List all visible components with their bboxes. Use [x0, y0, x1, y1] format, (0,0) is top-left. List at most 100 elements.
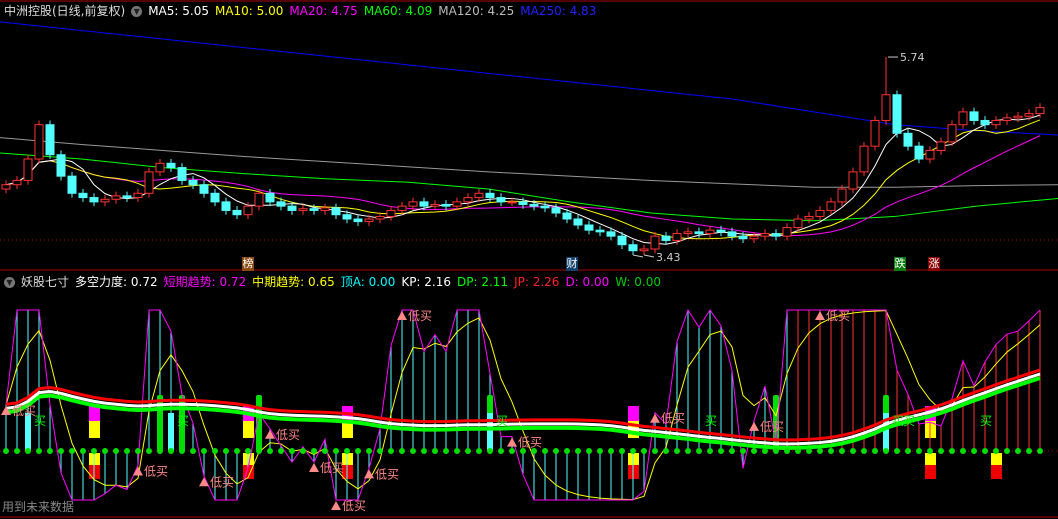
- candle-body: [364, 218, 374, 223]
- dot-marker: [575, 448, 581, 454]
- candle-body: [353, 218, 363, 223]
- signal-label: 低买: [12, 404, 36, 418]
- dot-marker: [751, 448, 757, 454]
- signal-label: 低买: [342, 499, 366, 513]
- candle-body: [430, 203, 440, 207]
- candle-body: [309, 208, 319, 211]
- dot-marker: [344, 448, 350, 454]
- signal-label: 买: [177, 414, 189, 428]
- dot-marker: [905, 448, 911, 454]
- candle-body: [199, 184, 209, 194]
- candle-body: [650, 235, 660, 250]
- dot-marker: [69, 448, 75, 454]
- dot-marker: [949, 448, 955, 454]
- signal-label: 低买: [276, 428, 300, 442]
- candle-body: [595, 229, 605, 233]
- candle-body: [89, 197, 99, 203]
- candle-body: [298, 208, 308, 211]
- dot-marker: [1004, 448, 1010, 454]
- candle-body: [12, 179, 22, 186]
- dot-marker: [146, 448, 152, 454]
- signal-block-magenta: [628, 406, 639, 421]
- dot-marker: [454, 448, 460, 454]
- dot-marker: [740, 448, 746, 454]
- dot-marker: [421, 448, 427, 454]
- candle-body: [661, 235, 671, 241]
- tag-die[interactable]: 跌: [894, 257, 906, 271]
- candle-body: [826, 201, 836, 211]
- signal-label: 低买: [210, 475, 234, 489]
- dot-marker: [289, 448, 295, 454]
- dot-marker: [608, 448, 614, 454]
- candle-body: [870, 119, 880, 147]
- signal-label: 低买: [518, 436, 542, 450]
- tag-cai[interactable]: 财: [566, 257, 578, 271]
- candle-body: [738, 235, 748, 240]
- dot-marker: [355, 448, 361, 454]
- dot-marker: [685, 448, 691, 454]
- candle-body: [232, 209, 242, 216]
- candle-body: [606, 231, 616, 237]
- dot-marker: [410, 448, 416, 454]
- max-price-label: 5.74: [900, 51, 925, 64]
- candle-body: [749, 235, 759, 240]
- dot-marker: [916, 448, 922, 454]
- candle-body: [573, 218, 583, 226]
- candle-body: [386, 209, 396, 217]
- dot-marker: [641, 448, 647, 454]
- dot-marker: [201, 448, 207, 454]
- dot-marker: [80, 448, 86, 454]
- dot-marker: [1015, 448, 1021, 454]
- dot-marker: [883, 448, 889, 454]
- dot-marker: [960, 448, 966, 454]
- candle-body: [804, 215, 814, 220]
- dot-marker: [817, 448, 823, 454]
- triangle-up-icon: [397, 311, 407, 320]
- signal-label: 买: [496, 414, 508, 428]
- candle-body: [144, 171, 154, 194]
- dot-marker: [982, 448, 988, 454]
- dot-marker: [586, 448, 592, 454]
- signal-label: 买: [980, 414, 992, 428]
- tag-zhang[interactable]: 涨: [928, 257, 940, 271]
- candle-body: [837, 188, 847, 203]
- candle-body: [914, 145, 924, 160]
- candle-body: [529, 203, 539, 207]
- dot-marker: [234, 448, 240, 454]
- candle-body: [540, 205, 550, 209]
- signal-label: 低买: [826, 309, 850, 323]
- dot-marker: [927, 448, 933, 454]
- cyan-bar: [487, 413, 493, 451]
- dot-marker: [267, 448, 273, 454]
- candle-body: [1024, 113, 1034, 117]
- candle-body: [111, 195, 121, 200]
- candle-body: [969, 111, 979, 121]
- dot-marker: [784, 448, 790, 454]
- candle-body: [936, 141, 946, 151]
- signal-label: 低买: [320, 461, 344, 475]
- candle-body: [463, 197, 473, 203]
- candle-body: [683, 231, 693, 235]
- dot-marker: [212, 448, 218, 454]
- dot-marker: [674, 448, 680, 454]
- dot-marker: [476, 448, 482, 454]
- candle-body: [551, 207, 561, 214]
- candle-body: [639, 248, 649, 252]
- dot-marker: [333, 448, 339, 454]
- candle-body: [793, 218, 803, 229]
- dot-marker: [190, 448, 196, 454]
- dot-marker: [135, 448, 141, 454]
- cyan-bar: [168, 413, 174, 451]
- dot-marker: [443, 448, 449, 454]
- candle-body: [221, 201, 231, 211]
- dot-marker: [1026, 448, 1032, 454]
- triangle-up-icon: [815, 311, 825, 320]
- signal-label: 买: [34, 414, 46, 428]
- dot-marker: [894, 448, 900, 454]
- dot-marker: [542, 448, 548, 454]
- dot-marker: [1037, 448, 1043, 454]
- tag-bang[interactable]: 榜: [242, 257, 254, 271]
- min-pointer: [643, 254, 655, 258]
- dot-marker: [707, 448, 713, 454]
- candle-body: [507, 201, 517, 204]
